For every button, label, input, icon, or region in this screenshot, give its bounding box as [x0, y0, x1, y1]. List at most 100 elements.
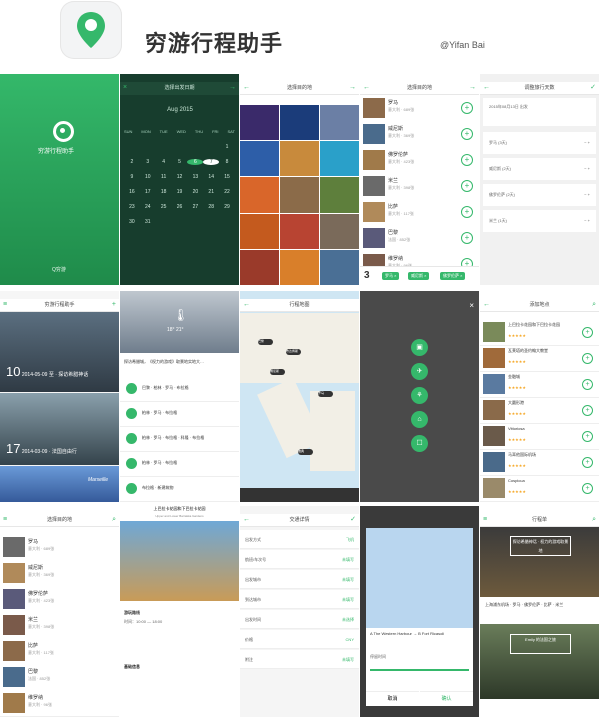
calendar-day[interactable]: 28 — [203, 204, 219, 210]
city-row[interactable]: 巴黎 法国 · 852张 — [0, 664, 119, 691]
map-pin[interactable]: 布达佩斯 — [286, 349, 301, 355]
add-3-button[interactable]: ⌂ — [411, 411, 428, 428]
add-icon[interactable]: + — [112, 299, 116, 311]
map-pin[interactable]: 雅典 — [298, 449, 313, 455]
photo-grid[interactable] — [240, 105, 359, 285]
calendar-day[interactable]: 29 — [219, 204, 235, 210]
close-icon[interactable]: × — [123, 82, 127, 94]
add-icon[interactable]: + — [582, 405, 593, 416]
calendar-day[interactable]: 3 — [140, 159, 156, 165]
journal-photo[interactable] — [0, 466, 119, 502]
stepper-icon[interactable]: − + — [584, 218, 590, 223]
city-row[interactable]: 罗马 意大利 · 689张 + — [360, 95, 479, 122]
route-row[interactable]: 柏林 · 罗马 · 布拉格 — [120, 452, 239, 477]
calendar-day[interactable]: 15 — [219, 174, 235, 180]
calendar-day[interactable]: 14 — [203, 174, 219, 180]
calendar-day[interactable]: 5 — [172, 159, 188, 165]
calendar-day[interactable]: 2 — [124, 159, 140, 165]
add-icon[interactable]: + — [461, 180, 473, 192]
calendar-day[interactable]: 12 — [172, 174, 188, 180]
map-pin[interactable]: 罗马 — [318, 391, 333, 397]
calendar-day[interactable]: 17 — [140, 189, 156, 195]
back-arrow-icon[interactable]: ← — [483, 82, 490, 94]
city-row[interactable]: 佛罗伦萨 意大利 · 423张 + — [360, 147, 479, 174]
back-arrow-icon[interactable]: ← — [243, 82, 250, 94]
add-0-button[interactable]: ▣ — [411, 339, 428, 356]
route-row[interactable]: 布拉格 · 新建筑物 — [120, 477, 239, 502]
calendar-day[interactable]: 30 — [124, 219, 140, 225]
city-row[interactable]: 罗马 意大利 · 689张 — [0, 534, 119, 561]
calendar-day[interactable]: 11 — [156, 174, 172, 180]
place-row[interactable]: 上巴拉卡花园和下巴拉卡花园 ★★★★★ + — [480, 319, 599, 346]
back-arrow-icon[interactable]: ← — [243, 299, 250, 311]
city-row[interactable]: 米兰 意大利 · 398张 — [0, 612, 119, 639]
calendar-day[interactable]: 31 — [140, 219, 156, 225]
calendar-day[interactable]: 26 — [172, 204, 188, 210]
calendar-day[interactable]: 27 — [187, 204, 203, 210]
confirm-button[interactable]: 确认 — [420, 691, 473, 706]
calendar-day[interactable]: 16 — [124, 189, 140, 195]
place-row[interactable]: Cospicua ★★★★★ + — [480, 475, 599, 502]
transport-row[interactable]: 价格 CNY — [240, 630, 359, 649]
add-icon[interactable]: + — [582, 353, 593, 364]
city-row[interactable]: 威尼斯 意大利 · 369张 — [0, 560, 119, 587]
forward-arrow-icon[interactable]: → — [229, 82, 236, 94]
place-row[interactable]: 马耳他国际机场 ★★★★★ + — [480, 449, 599, 476]
stay-slider[interactable] — [370, 669, 469, 671]
search-icon[interactable]: ⌕ — [112, 514, 116, 526]
city-row[interactable]: 维罗纳 意大利 · 96张 — [0, 690, 119, 717]
check-icon[interactable]: ✓ — [590, 82, 596, 94]
calendar-day[interactable]: 18 — [156, 189, 172, 195]
selected-chip[interactable]: 佛罗伦萨 × — [440, 272, 466, 280]
day-card[interactable]: 威尼斯 (2天) − + — [483, 158, 596, 180]
route-row[interactable]: 巴黎 · 柏林 · 罗马 · 布拉格 — [120, 377, 239, 402]
calendar-day[interactable]: 10 — [140, 174, 156, 180]
day-card[interactable]: 米兰 (1天) − + — [483, 210, 596, 232]
calendar-day[interactable]: 22 — [219, 189, 235, 195]
city-row[interactable]: 米兰 意大利 · 398张 + — [360, 173, 479, 200]
calendar-days[interactable]: 1 2 3 4 5 6 7 8 9 10 11 12 13 14 15 16 17 18 19 20 21 22 23 24 2… — [124, 144, 235, 225]
journal-photo[interactable] — [0, 312, 119, 392]
back-arrow-icon[interactable]: ← — [483, 299, 490, 311]
stepper-icon[interactable]: − + — [584, 166, 590, 171]
place-row[interactable]: 瓦莱塔的圣约翰大教堂 ★★★★★ + — [480, 345, 599, 372]
forward-arrow-icon[interactable]: → — [349, 82, 356, 94]
calendar-day[interactable]: 21 — [203, 189, 219, 195]
city-row[interactable]: 巴黎 法国 · 852张 + — [360, 225, 479, 252]
add-icon[interactable]: + — [582, 379, 593, 390]
calendar-day[interactable]: 25 — [156, 204, 172, 210]
place-photo[interactable] — [120, 521, 239, 601]
search-icon[interactable]: ⌕ — [592, 299, 596, 311]
calendar-day[interactable]: 4 — [156, 159, 172, 165]
city-row[interactable]: 威尼斯 意大利 · 369张 + — [360, 121, 479, 148]
add-4-button[interactable]: ☐ — [411, 435, 428, 452]
selected-chip[interactable]: 罗马 × — [382, 272, 400, 280]
calendar-day[interactable]: 9 — [124, 174, 140, 180]
selected-chip[interactable]: 威尼斯 × — [408, 272, 430, 280]
back-arrow-icon[interactable]: ← — [243, 514, 250, 526]
calendar-day[interactable]: 13 — [187, 174, 203, 180]
add-icon[interactable]: + — [582, 457, 593, 468]
check-icon[interactable]: ✓ — [350, 514, 356, 526]
add-icon[interactable]: + — [582, 327, 593, 338]
calendar-day[interactable]: 24 — [140, 204, 156, 210]
map-pin[interactable]: 巴黎 — [258, 339, 273, 345]
close-icon[interactable]: × — [469, 301, 474, 310]
calendar-day[interactable]: 19 — [172, 189, 188, 195]
transport-row[interactable]: 到达城市 未填写 — [240, 590, 359, 609]
add-icon[interactable]: + — [461, 206, 473, 218]
back-arrow-icon[interactable]: ← — [363, 82, 370, 94]
cancel-button[interactable]: 取消 — [366, 691, 419, 706]
add-icon[interactable]: + — [461, 232, 473, 244]
menu-icon[interactable]: ≡ — [483, 514, 487, 526]
day-card[interactable]: 佛罗伦萨 (2天) − + — [483, 184, 596, 206]
search-icon[interactable]: ⌕ — [592, 514, 596, 526]
stepper-icon[interactable]: − + — [584, 140, 590, 145]
city-row[interactable]: 佛罗伦萨 意大利 · 423张 — [0, 586, 119, 613]
calendar-day[interactable]: 7 — [203, 159, 220, 165]
route-row[interactable]: 柏林 · 罗马 · 布拉格 · 科隆 · 布拉格 — [120, 427, 239, 452]
transport-row[interactable]: 出发时间 未选择 — [240, 610, 359, 629]
calendar-day[interactable]: 20 — [187, 189, 203, 195]
transport-row[interactable]: 出发城市 未填写 — [240, 570, 359, 589]
menu-icon[interactable]: ≡ — [3, 514, 7, 526]
